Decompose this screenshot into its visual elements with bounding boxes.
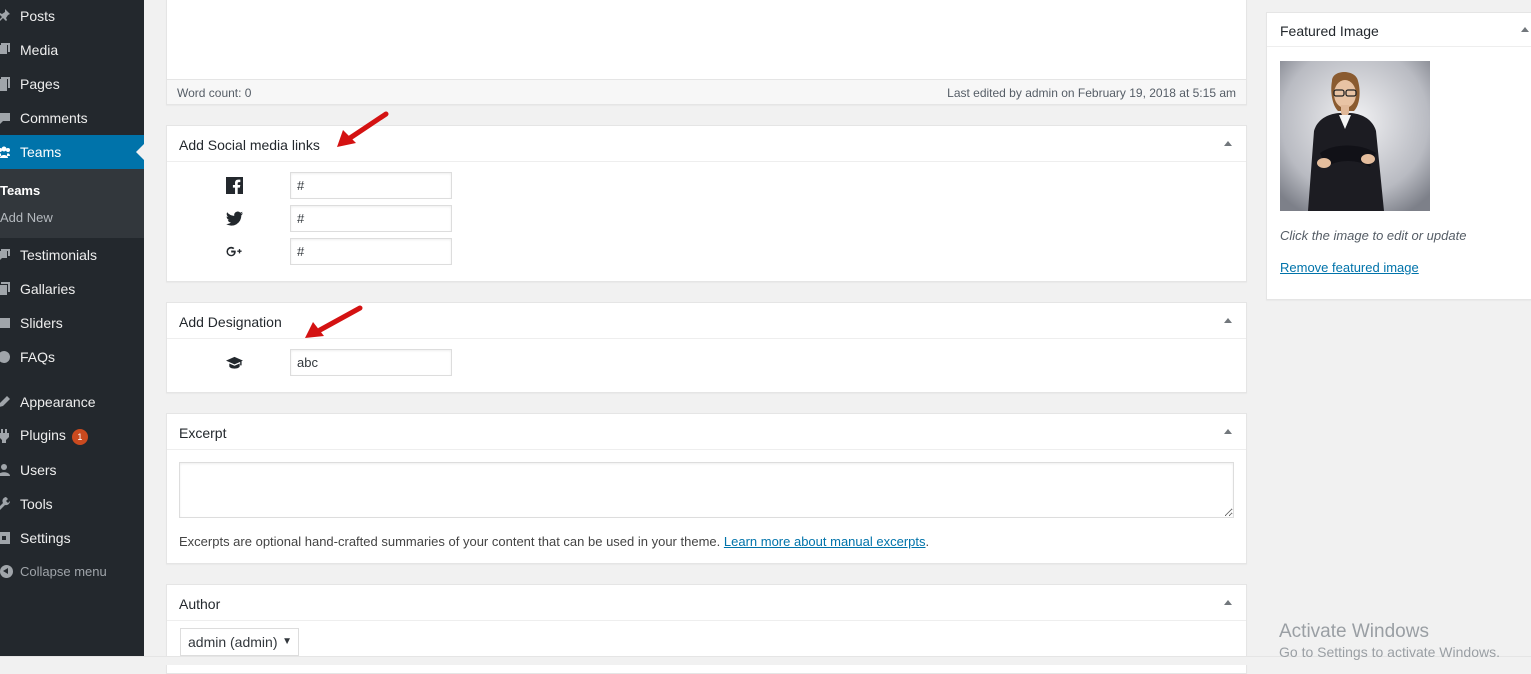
- menu-item-appearance[interactable]: Appearance: [0, 385, 144, 419]
- metabox-title: Add Social media links: [179, 137, 320, 153]
- groups-icon: [0, 145, 10, 159]
- google-plus-url-input[interactable]: [290, 238, 452, 265]
- submenu-item-teams[interactable]: Teams: [0, 183, 40, 198]
- menu-item-label: Plugins: [20, 427, 66, 444]
- author-select-value: admin (admin): [188, 634, 278, 650]
- metabox-title: Featured Image: [1280, 23, 1379, 39]
- pages-icon: [0, 77, 10, 91]
- twitter-icon: [225, 209, 243, 227]
- menu-item-settings[interactable]: Settings: [0, 521, 144, 555]
- testimonial-icon: [0, 248, 10, 262]
- menu-item-testimonials[interactable]: Testimonials: [0, 238, 144, 272]
- social-links-metabox: Add Social media links: [166, 125, 1247, 282]
- red-arrow-annotation-icon: [337, 111, 389, 147]
- watermark-subtitle: Go to Settings to activate Windows.: [1279, 644, 1500, 660]
- plugins-icon: [0, 429, 10, 443]
- menu-item-media[interactable]: Media: [0, 33, 144, 67]
- gallery-icon: [0, 282, 10, 296]
- featured-image-caption: Click the image to edit or update: [1280, 228, 1467, 243]
- pin-icon: [0, 9, 10, 23]
- learn-more-excerpts-link[interactable]: Learn more about manual excerpts: [724, 534, 926, 549]
- menu-item-posts[interactable]: Posts: [0, 0, 144, 33]
- metabox-title: Add Designation: [179, 314, 282, 330]
- appearance-icon: [0, 395, 10, 409]
- word-count: Word count: 0: [177, 86, 252, 100]
- menu-item-faqs[interactable]: FAQs: [0, 340, 144, 374]
- menu-item-pages[interactable]: Pages: [0, 67, 144, 101]
- menu-item-gallaries[interactable]: Gallaries: [0, 272, 144, 306]
- menu-item-tools[interactable]: Tools: [0, 487, 144, 521]
- faq-icon: [0, 350, 10, 364]
- editor-status-bar: Word count: 0 Last edited by admin on Fe…: [167, 79, 1246, 104]
- metabox-header[interactable]: Excerpt: [167, 414, 1246, 450]
- submenu-item-add-new[interactable]: Add New: [0, 210, 53, 225]
- users-icon: [0, 463, 10, 477]
- chevron-down-icon: ▼: [282, 636, 292, 647]
- post-editor[interactable]: Word count: 0 Last edited by admin on Fe…: [166, 0, 1247, 105]
- remove-featured-image-link[interactable]: Remove featured image: [1280, 260, 1419, 275]
- excerpt-metabox: Excerpt Excerpts are optional hand-craft…: [166, 413, 1247, 564]
- admin-sidebar: Posts Media Pages Comments Teams Teams A…: [0, 0, 144, 664]
- menu-item-sliders[interactable]: Sliders: [0, 306, 144, 340]
- collapse-toggle-icon[interactable]: [1521, 27, 1529, 32]
- excerpt-help-text: Excerpts are optional hand-crafted summa…: [179, 534, 929, 549]
- excerpt-textarea[interactable]: [179, 462, 1234, 518]
- menu-item-comments[interactable]: Comments: [0, 101, 144, 135]
- facebook-icon: [225, 176, 243, 194]
- excerpt-help-suffix: .: [925, 534, 930, 549]
- twitter-url-input[interactable]: [290, 205, 452, 232]
- metabox-title: Author: [179, 596, 221, 612]
- menu-item-plugins[interactable]: Plugins 1: [0, 419, 144, 453]
- menu-item-teams[interactable]: Teams: [0, 135, 144, 169]
- metabox-header[interactable]: Featured Image: [1267, 13, 1531, 47]
- collapse-menu-button[interactable]: Collapse menu: [0, 562, 144, 582]
- excerpt-help-copy: Excerpts are optional hand-crafted summa…: [179, 534, 721, 549]
- activate-windows-watermark: Activate Windows Go to Settings to activ…: [1279, 621, 1500, 662]
- collapse-toggle-icon[interactable]: [1224, 429, 1232, 434]
- collapse-toggle-icon[interactable]: [1224, 141, 1232, 146]
- settings-icon: [0, 531, 10, 545]
- featured-image-metabox: Featured Image Click the image to edit o…: [1266, 12, 1531, 300]
- facebook-url-input[interactable]: [290, 172, 452, 199]
- media-icon: [0, 43, 10, 57]
- metabox-title: Excerpt: [179, 425, 227, 441]
- comments-icon: [0, 111, 10, 125]
- author-select[interactable]: admin (admin) ▼: [180, 628, 299, 656]
- menu-item-users[interactable]: Users: [0, 453, 144, 487]
- collapse-toggle-icon[interactable]: [1224, 600, 1232, 605]
- collapse-toggle-icon[interactable]: [1224, 318, 1232, 323]
- graduation-cap-icon: [225, 353, 243, 371]
- tools-icon: [0, 497, 10, 511]
- designation-input[interactable]: [290, 349, 452, 376]
- collapse-icon: [0, 565, 13, 578]
- google-plus-icon: [225, 242, 243, 260]
- slides-icon: [0, 316, 10, 330]
- update-count-badge: 1: [71, 428, 88, 445]
- featured-image-thumbnail[interactable]: [1280, 61, 1430, 211]
- teams-submenu: Teams Add New: [0, 169, 144, 238]
- metabox-header[interactable]: Add Social media links: [167, 126, 1246, 162]
- watermark-title: Activate Windows: [1279, 621, 1429, 642]
- metabox-header[interactable]: Author: [167, 585, 1246, 621]
- last-edited-info: Last edited by admin on February 19, 201…: [947, 86, 1236, 100]
- red-arrow-annotation-icon: [305, 305, 363, 338]
